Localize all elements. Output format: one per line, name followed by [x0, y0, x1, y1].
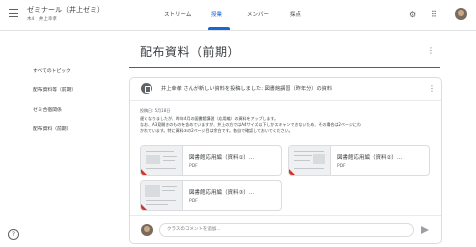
topic-more-icon[interactable]: ⋮ [427, 47, 435, 55]
attachment-title: 図書館応用編（資料①）... [189, 155, 255, 161]
material-icon [141, 83, 152, 94]
send-icon[interactable] [421, 226, 429, 234]
avatar[interactable] [455, 8, 467, 20]
description-line: かれています。特に資料③の2ページ目は余白です。各自で確認しておいてください。 [140, 128, 293, 134]
tab-members[interactable]: メンバー [247, 10, 269, 18]
attachment-thumbnail [141, 146, 183, 175]
attachment-type: PDF [189, 164, 198, 169]
class-subtitle: 木4 井上幸孝 [27, 17, 57, 22]
attachment-1[interactable]: 図書館応用編（資料①）... PDF [140, 145, 282, 176]
pdf-icon [141, 169, 147, 175]
class-title[interactable]: ゼミナール（井上ゼミ） [27, 5, 104, 15]
material-header[interactable]: 井上幸孝 さんが新しい資料を投稿しました: 図書館講習（昨年分）の資料 ⋮ [130, 78, 441, 101]
pdf-icon [141, 204, 147, 210]
attachment-type: PDF [337, 164, 346, 169]
attachment-title: 図書館応用編（資料③）... [189, 190, 255, 196]
class-comment-input[interactable] [159, 223, 414, 237]
sidebar-item-all-topics[interactable]: すべてのトピック [33, 67, 71, 74]
tab-classwork[interactable]: 授業 [211, 10, 222, 18]
tab-grades[interactable]: 採点 [290, 10, 301, 18]
attachment-title: 図書館応用編（資料②）... [337, 155, 403, 161]
attachment-2[interactable]: 図書館応用編（資料②）... PDF [288, 145, 430, 176]
attachment-type: PDF [189, 199, 198, 204]
avatar [141, 224, 153, 236]
material-description: 遅くなりましたが、昨年4月の図書館講習（応用編）の資料をアップします。 なお、A… [140, 116, 436, 135]
posted-date: 投稿日: 5月18日 [140, 108, 171, 113]
sidebar-item-seminar-camp[interactable]: ゼミ合宿関係 [33, 106, 62, 113]
tab-stream[interactable]: ストリーム [164, 10, 191, 18]
settings-icon[interactable]: ⚙ [409, 10, 416, 19]
material-more-icon[interactable]: ⋮ [428, 85, 436, 93]
comment-bar [130, 215, 441, 244]
attachment-3[interactable]: 図書館応用編（資料③）... PDF [140, 180, 282, 211]
top-bar: ゼミナール（井上ゼミ） 木4 井上幸孝 ストリーム 授業 メンバー 採点 ⚙ ⠿ [0, 0, 476, 31]
material-title[interactable]: 井上幸孝 さんが新しい資料を投稿しました: 図書館講習（昨年分）の資料 [161, 85, 332, 92]
attachment-thumbnail [289, 146, 331, 175]
active-tab-indicator [208, 27, 230, 30]
attachment-thumbnail [141, 181, 183, 210]
topic-title: 配布資料（前期） [140, 45, 241, 59]
pdf-icon [289, 169, 295, 175]
sidebar-item-handouts-first-term-etc[interactable]: 配布資料等（前期） [33, 86, 76, 93]
apps-icon[interactable]: ⠿ [431, 10, 437, 19]
material-card: 井上幸孝 さんが新しい資料を投稿しました: 図書館講習（昨年分）の資料 ⋮ 投稿… [129, 77, 442, 244]
help-icon[interactable]: ? [8, 229, 19, 240]
topic-divider [129, 67, 440, 68]
sidebar-item-handouts-first-term[interactable]: 配布資料（前期） [33, 125, 71, 132]
menu-icon[interactable] [9, 9, 18, 17]
